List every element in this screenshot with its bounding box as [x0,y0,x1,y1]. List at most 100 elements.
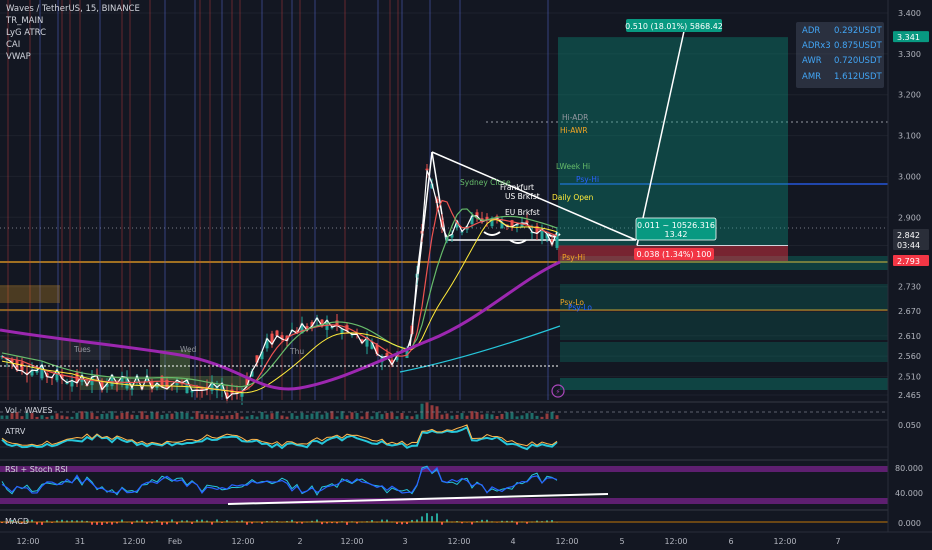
time-tick-label: 12:00 [664,537,687,546]
lightning-glyph: ⚡ [556,388,561,396]
volume-bar [450,415,454,419]
volume-bar [95,416,99,419]
volume-bar [410,416,414,419]
volume-bar [60,415,64,419]
volume-bar [135,415,139,419]
ma-red [1,199,558,393]
volume-bar [320,414,324,419]
volume-bar [255,416,259,419]
volume-bar [300,412,304,419]
volume-bar [80,411,84,419]
price-tick-label: 3.200 [898,91,921,100]
volume-bar [90,412,94,419]
volume-bar [455,414,459,419]
volume-bar [420,403,424,419]
macd-histogram-bar [96,522,98,525]
indicator-overlays [0,199,561,394]
macd-histogram-bar [346,522,348,525]
indicator-cai[interactable]: CAI [6,40,20,51]
time-tick-label: 12:00 [447,537,470,546]
volume-bar [545,413,549,419]
volume-bar [315,411,319,419]
volume-bar [535,415,539,419]
volume-bar [55,413,59,419]
volume-bar [480,414,484,419]
volume-bar [295,415,299,419]
volume-bar [425,402,429,419]
rsi-pane-label[interactable]: RSI + Stoch RSI [5,465,68,474]
time-tick-label: 12:00 [340,537,363,546]
volume-bar [5,415,9,419]
price-tick-label: 3.400 [898,9,921,18]
level-label: Daily Open [552,193,594,202]
volume-bar [395,416,399,419]
volume-bar [360,416,364,419]
time-tick-label: 12:00 [122,537,145,546]
volume-bar [115,415,119,419]
price-tick-label: 2.670 [898,307,921,316]
zone-box [560,312,888,340]
volume-bar [20,416,24,419]
volume-bar [355,413,359,419]
volume-bar [375,412,379,419]
volume-bar [525,413,529,419]
volume-bar [335,416,339,419]
price-tick-label: 2.560 [898,352,921,361]
price-tick-label: 2.465 [898,391,921,400]
macd-histogram-bar [161,522,163,525]
macd-histogram-bar [421,516,423,523]
indicator-vwap[interactable]: VWAP [6,52,31,63]
macd-histogram-bar [426,513,428,523]
macd-pane-label[interactable]: MACD [5,517,29,526]
volume-bar [185,412,189,419]
volume-bar [285,416,289,419]
volume-bar [0,415,4,419]
atrv-pane-label[interactable]: ATRV [5,427,25,436]
indicator-tr-main[interactable]: TR_MAIN [6,16,43,27]
rsi-tick-label: 40.000 [895,489,923,498]
volume-bar [510,412,514,419]
atrv-tick-label: 0.050 [898,421,921,430]
chart-stage[interactable]: 3.4003.3003.2003.1003.0002.9002.8312.730… [0,0,932,550]
volume-pane-label[interactable]: Vol · WAVES [5,406,53,415]
supply-demand-zones [0,256,888,390]
rsi-tick-label: 80.000 [895,464,923,473]
time-tick-label: 3 [402,537,407,546]
indicator-lyg-atrc[interactable]: LyG ATRC [6,28,46,39]
price-tick-label: 2.900 [898,213,921,222]
price-badge-label: 2.793 [897,257,920,266]
macd-histogram-bar [441,522,443,525]
price-tick-label: 3.300 [898,50,921,59]
volume-bar [45,416,49,419]
level-label: Hi-AWR [560,126,588,135]
volume-bar [465,415,469,419]
level-label: Psy-Hi [562,253,585,262]
volume-bar [550,411,554,419]
level-label: EU Brkfst [505,208,540,217]
volume-bar [145,415,149,419]
volume-bar [445,413,449,419]
volume-bar [460,413,464,419]
volume-bar [235,412,239,419]
price-series [0,164,559,405]
stat-label: AMR [802,72,822,82]
atrv-signal [1,424,558,447]
stat-value: 0.875USDT [834,41,882,51]
symbol-title[interactable]: Waves / TetherUS, 15, BINANCE [6,4,140,15]
volume-bar [390,412,394,419]
time-tick-label: 12:00 [555,537,578,546]
volume-bar [75,412,79,419]
volume-bar [190,416,194,419]
volume-bar [105,413,109,419]
time-tick-label: 31 [75,537,85,546]
volume-bar [175,412,179,419]
trend-line-cyan [399,325,561,373]
volume-bar [245,416,249,419]
range-stats-table: ADR 0.292USDT ADRx3 0.875USDT AWR 0.720U… [796,22,884,88]
volume-bar [225,415,229,419]
chart-canvas[interactable]: 3.4003.3003.2003.1003.0002.9002.8312.730… [0,0,932,550]
price-tick-label: 3.000 [898,172,921,181]
stat-value: 0.292USDT [834,26,882,36]
time-tick-label: 12:00 [231,537,254,546]
volume-bar [250,415,254,419]
